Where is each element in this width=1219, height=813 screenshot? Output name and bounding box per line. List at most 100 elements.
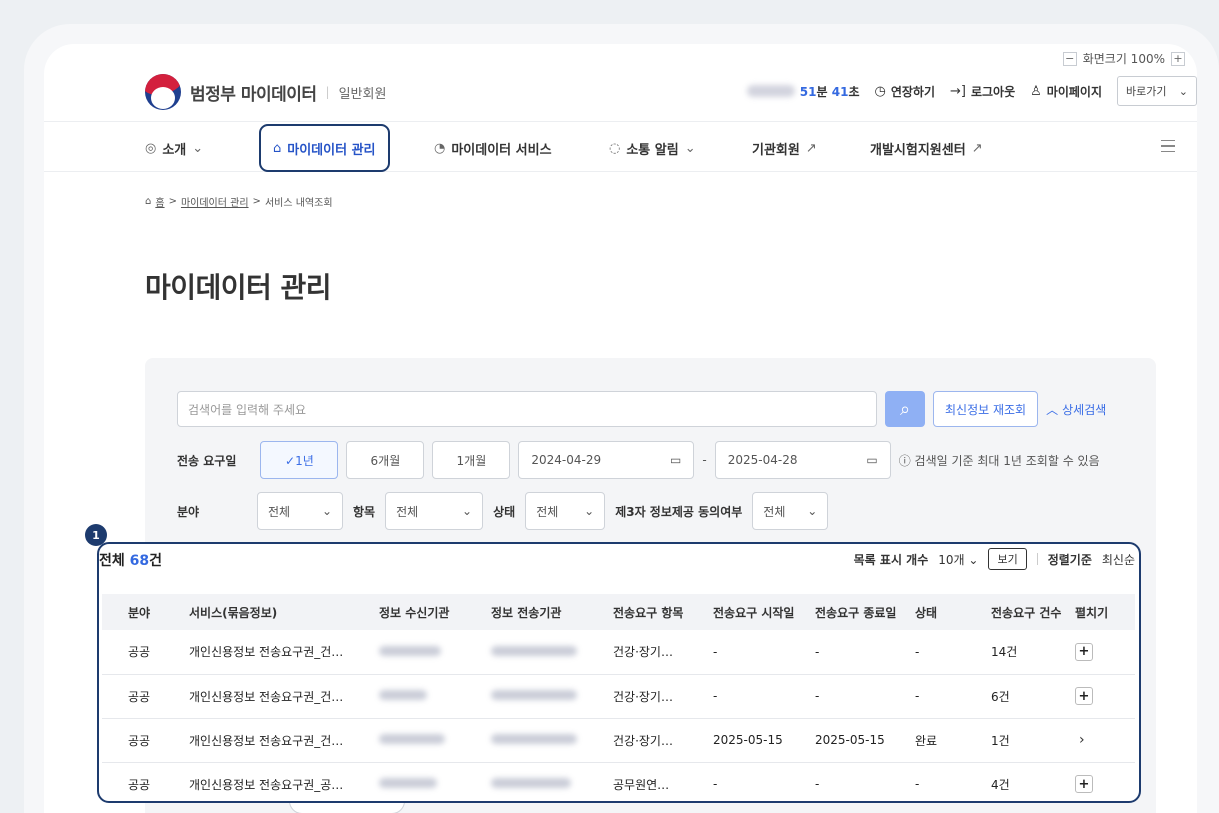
nav-institution[interactable]: 기관회원 ↗ bbox=[752, 134, 817, 162]
period-1m-button[interactable]: 1개월 bbox=[432, 441, 511, 479]
date-range-note: ⓘ 검색일 기준 최대 1년 조회할 수 있음 bbox=[898, 453, 1100, 468]
step-badge: 1 bbox=[85, 524, 107, 546]
field-select[interactable]: 전체 ⌄ bbox=[257, 492, 343, 530]
expand-plus-icon[interactable]: + bbox=[1075, 642, 1093, 661]
row-field: 공공 bbox=[102, 630, 181, 675]
chevron-right-icon[interactable]: › bbox=[1075, 732, 1085, 748]
row-start: - bbox=[705, 630, 807, 675]
header: 범정부 마이데이터 | 일반회원 51분 41초 ◷ 연장하기 →] 로그아웃 … bbox=[44, 72, 1197, 122]
home-icon: ⌂ bbox=[145, 196, 152, 207]
chevron-down-icon: ⌄ bbox=[192, 140, 204, 156]
nav-notice[interactable]: ◌ 소통 알림 ⌄ bbox=[609, 134, 696, 162]
extend-session-button[interactable]: ◷ 연장하기 bbox=[874, 83, 935, 100]
date-filter-row: 전송 요구일 ✓1년 6개월 1개월 2024-04-29 ▭ - 2025-0… bbox=[177, 441, 1100, 479]
col-count: 전송요구 건수 bbox=[983, 594, 1067, 630]
nav-institution-label: 기관회원 bbox=[752, 142, 800, 158]
status-select[interactable]: 전체 ⌄ bbox=[525, 492, 606, 530]
search-button[interactable]: ⌕ bbox=[885, 391, 925, 427]
row-start: - bbox=[713, 777, 718, 792]
row-item: 건강·장기… bbox=[605, 630, 705, 675]
date-to-input[interactable]: 2025-04-28 ▭ bbox=[714, 441, 891, 479]
col-item: 전송요구 항목 bbox=[605, 594, 705, 630]
result-table: 분야 서비스(묶음정보) 정보 수신기관 정보 전송기관 전송요구 항목 전송요… bbox=[102, 594, 1135, 806]
total-number: 68 bbox=[129, 553, 150, 569]
table-row[interactable]: 공공 개인신용정보 전송요구권_건… 건강·장기… 2025-05-15 202… bbox=[102, 718, 1135, 763]
row-count: 1건 bbox=[983, 718, 1067, 763]
user-icon: ♙ bbox=[1030, 83, 1042, 99]
nav-devcenter[interactable]: 개발시험지원센터 ↗ bbox=[870, 134, 983, 162]
chevron-down-icon: ⌄ bbox=[321, 504, 332, 518]
period-6m-button[interactable]: 6개월 bbox=[346, 441, 425, 479]
main-nav: ◎ 소개 ⌄ ⌂ 마이데이터 관리 ◔ 마이데이터 서비스 ◌ 소통 알림 ⌄ … bbox=[44, 124, 1197, 172]
row-expand: + bbox=[1067, 630, 1135, 675]
toolbar-divider bbox=[1036, 553, 1038, 565]
nav-manage[interactable]: ⌂ 마이데이터 관리 bbox=[259, 124, 390, 172]
request-date-label: 전송 요구일 bbox=[177, 453, 237, 468]
consent-select[interactable]: 전체 ⌄ bbox=[752, 492, 829, 530]
row-receiver bbox=[371, 630, 483, 675]
item-select-value: 전체 bbox=[396, 504, 419, 519]
search-input[interactable]: 검색어를 입력해 주세요 bbox=[177, 391, 877, 427]
government-emblem-icon bbox=[145, 74, 181, 110]
hamburger-menu-icon[interactable] bbox=[1161, 140, 1175, 152]
row-sender bbox=[483, 762, 605, 806]
breadcrumb-home[interactable]: 홈 bbox=[155, 194, 164, 209]
table-row[interactable]: 공공 개인신용정보 전송요구권_건… 건강·장기… - - - 14건 + bbox=[102, 630, 1135, 675]
nav-manage-label: 마이데이터 관리 bbox=[287, 142, 376, 158]
advanced-search-toggle[interactable]: ︿ 상세검색 bbox=[1046, 401, 1106, 418]
expand-plus-icon[interactable]: + bbox=[1075, 775, 1093, 794]
logout-button[interactable]: →] 로그아웃 bbox=[950, 83, 1015, 100]
table-header-row: 분야 서비스(묶음정보) 정보 수신기관 정보 전송기관 전송요구 항목 전송요… bbox=[102, 594, 1135, 630]
row-field: 공공 bbox=[128, 777, 151, 792]
zoom-out-button[interactable]: − bbox=[1062, 51, 1077, 66]
row-start: - bbox=[705, 674, 807, 719]
col-service: 서비스(묶음정보) bbox=[181, 594, 371, 630]
breadcrumb-level1[interactable]: 마이데이터 관리 bbox=[181, 194, 249, 209]
masked-value bbox=[491, 690, 577, 700]
timer-minutes-unit: 분 bbox=[816, 84, 828, 99]
nav-intro-label: 소개 bbox=[162, 142, 187, 158]
row-status: - bbox=[907, 630, 983, 675]
nav-intro[interactable]: ◎ 소개 ⌄ bbox=[145, 134, 203, 162]
chevron-down-icon: ⌄ bbox=[1178, 84, 1188, 98]
mypage-button[interactable]: ♙ 마이페이지 bbox=[1030, 83, 1102, 100]
row-count: 4건 bbox=[991, 777, 1010, 792]
chevron-down-icon: ⌄ bbox=[462, 504, 473, 518]
site-logo[interactable]: 범정부 마이데이터 | 일반회원 bbox=[145, 74, 386, 110]
chevron-down-icon: ⌄ bbox=[968, 552, 979, 567]
item-select[interactable]: 전체 ⌄ bbox=[385, 492, 484, 530]
zoom-control: − 화면크기 100% + bbox=[1062, 50, 1185, 67]
zoom-label: 화면크기 100% bbox=[1082, 52, 1165, 66]
clock-icon: ◷ bbox=[874, 83, 886, 99]
chevron-up-icon: ︿ bbox=[1046, 402, 1059, 417]
quick-link-select[interactable]: 바로가기 ⌄ bbox=[1117, 76, 1197, 106]
breadcrumb-separator: > bbox=[252, 196, 261, 207]
view-button[interactable]: 보기 bbox=[988, 548, 1027, 570]
masked-user-name bbox=[746, 85, 795, 97]
sort-value[interactable]: 최신순 bbox=[1102, 551, 1135, 568]
row-receiver bbox=[371, 762, 483, 806]
nav-service[interactable]: ◔ 마이데이터 서비스 bbox=[434, 134, 552, 162]
sort-label: 정렬기준 bbox=[1047, 552, 1092, 567]
row-end: 2025-05-15 bbox=[807, 718, 907, 763]
date-from-input[interactable]: 2024-04-29 ▭ bbox=[518, 441, 695, 479]
breadcrumb-level2: 서비스 내역조회 bbox=[264, 198, 333, 209]
table-row[interactable]: 공공 개인신용정보 전송요구권_건… 건강·장기… - - - 6건 + bbox=[102, 674, 1135, 719]
nav-devcenter-label: 개발시험지원센터 bbox=[870, 142, 966, 158]
zoom-in-button[interactable]: + bbox=[1171, 51, 1185, 66]
table-row[interactable]: 공공 개인신용정보 전송요구권_공… 공무원연… - - - 4건 + bbox=[102, 762, 1135, 806]
row-item: 건강·장기… bbox=[605, 674, 705, 719]
page-size-label: 목록 표시 개수 bbox=[853, 552, 929, 567]
refresh-button[interactable]: 최신정보 재조회 bbox=[933, 391, 1039, 427]
col-end: 전송요구 종료일 bbox=[807, 594, 907, 630]
row-item: 건강·장기… bbox=[605, 718, 705, 763]
row-status: - bbox=[915, 777, 920, 792]
utility-menu: 51분 41초 ◷ 연장하기 →] 로그아웃 ♙ 마이페이지 바로가기 ⌄ bbox=[746, 76, 1197, 106]
member-type: 일반회원 bbox=[338, 86, 387, 102]
chat-icon: ◌ bbox=[609, 140, 621, 156]
expand-plus-icon[interactable]: + bbox=[1075, 687, 1093, 705]
col-sender: 정보 전송기관 bbox=[483, 594, 605, 630]
period-1y-button[interactable]: ✓1년 bbox=[260, 441, 339, 479]
page-size-select[interactable]: 10개 ⌄ bbox=[938, 551, 978, 568]
row-start: 2025-05-15 bbox=[705, 718, 807, 763]
